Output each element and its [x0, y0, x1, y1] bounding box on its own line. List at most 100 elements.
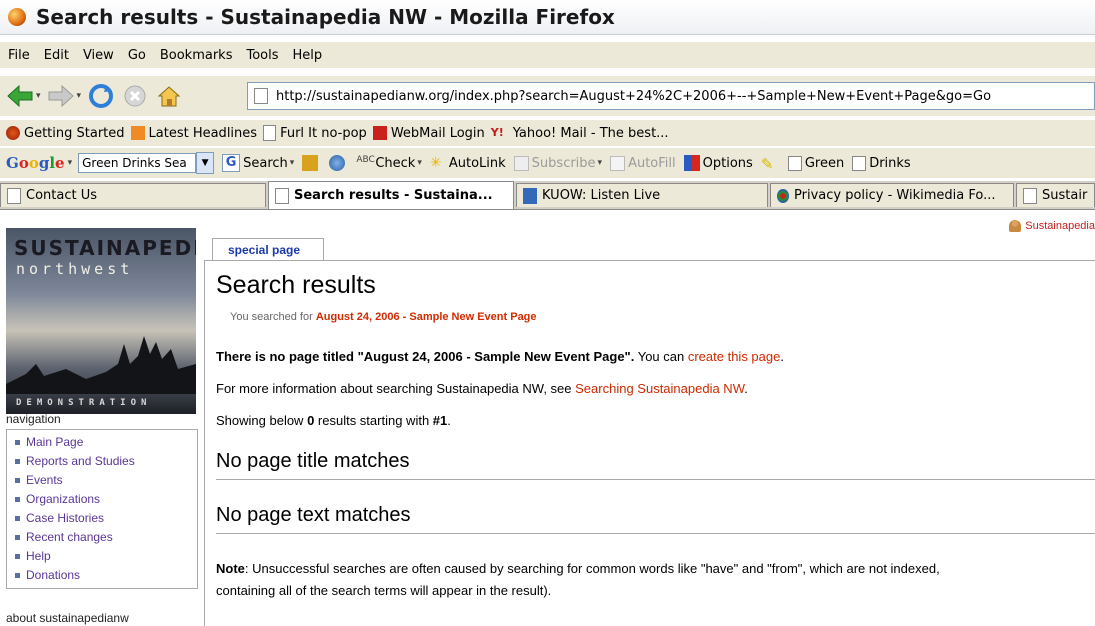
google-search-input[interactable]: Green Drinks Sea: [78, 153, 197, 173]
navigation-portlet: Main Page Reports and Studies Events Org…: [6, 429, 198, 589]
menu-bookmarks[interactable]: Bookmarks: [160, 48, 233, 63]
options-button[interactable]: Options: [683, 155, 753, 171]
nav-recent-changes[interactable]: Recent changes: [7, 527, 197, 546]
firefox-icon: [6, 126, 20, 140]
bookmark-webmail-login[interactable]: WebMail Login: [372, 126, 485, 141]
site-logo[interactable]: SUSTAINAPEDIA northwest DEMONSTRATION: [6, 228, 196, 414]
page-icon: [254, 88, 268, 104]
term-search-icon: [852, 155, 867, 171]
bookmark-latest-headlines[interactable]: Latest Headlines: [130, 126, 257, 141]
bookmark-yahoo-mail[interactable]: Y! Yahoo! Mail - The best...: [491, 126, 669, 141]
more-info-line: For more information about searching Sus…: [216, 381, 748, 396]
bookmark-furl-it[interactable]: Furl It no-pop: [263, 125, 367, 141]
tab-privacy-policy[interactable]: Privacy policy - Wikimedia Fo...: [770, 183, 1014, 207]
bookmarks-toolbar: Getting Started Latest Headlines Furl It…: [0, 120, 1095, 146]
no-page-message: There is no page titled "August 24, 2006…: [216, 349, 784, 364]
google-menu-dropdown-icon[interactable]: ▾: [68, 158, 73, 168]
term-green-button[interactable]: Green: [787, 155, 844, 171]
subscribe-button[interactable]: Subscribe ▾: [513, 155, 602, 171]
stop-button[interactable]: [121, 82, 149, 110]
back-dropdown-icon[interactable]: ▾: [36, 91, 41, 101]
menu-file[interactable]: File: [8, 48, 30, 63]
nav-reports-and-studies[interactable]: Reports and Studies: [7, 451, 197, 470]
pagerank-button[interactable]: [329, 155, 348, 171]
google-search-button[interactable]: G Search ▾: [222, 154, 294, 172]
stop-icon: [124, 85, 146, 107]
no-title-matches-heading: No page title matches: [216, 450, 410, 472]
page-icon: [7, 187, 21, 204]
nav-main-page[interactable]: Main Page: [7, 432, 197, 451]
spellcheck-icon: ABC: [356, 155, 375, 165]
forward-dropdown-icon[interactable]: ▾: [77, 91, 82, 101]
webmail-icon: [372, 126, 387, 140]
nav-donations[interactable]: Donations: [7, 565, 197, 584]
forest-silhouette-icon: [6, 336, 196, 394]
nav-case-histories[interactable]: Case Histories: [7, 508, 197, 527]
logo-title: SUSTAINAPEDIA: [14, 236, 196, 260]
divider: [216, 479, 1095, 480]
popup-icon: [302, 155, 319, 171]
autolink-button[interactable]: ✳ AutoLink: [430, 155, 506, 171]
forward-button[interactable]: [47, 82, 75, 110]
google-g-icon: G: [222, 154, 241, 172]
menu-view[interactable]: View: [83, 48, 114, 63]
search-query: August 24, 2006 - Sample New Event Page: [315, 311, 537, 323]
rss-icon: [130, 126, 145, 140]
tab-bar: Contact Us Search results - Sustaina... …: [0, 181, 1095, 210]
menu-help[interactable]: Help: [293, 48, 323, 63]
yahoo-icon: Y!: [490, 126, 504, 139]
spellcheck-button[interactable]: ABC Check ▾: [356, 155, 422, 171]
home-icon: [157, 86, 181, 107]
home-button[interactable]: [155, 82, 183, 110]
window-title-bar: Search results - Sustainapedia NW - Mozi…: [0, 0, 1095, 35]
page-title: Search results: [216, 271, 376, 299]
forward-arrow-icon: [48, 85, 74, 107]
user-link[interactable]: Sustainapedia: [1009, 220, 1095, 232]
reload-button[interactable]: [87, 82, 115, 110]
address-bar[interactable]: [247, 82, 1095, 110]
logo-tagline: DEMONSTRATION: [16, 398, 152, 408]
page-content: SUSTAINAPEDIA northwest DEMONSTRATION na…: [0, 210, 1095, 626]
pagerank-icon: [329, 155, 346, 171]
nav-organizations[interactable]: Organizations: [7, 489, 197, 508]
autolink-icon: ✳: [429, 155, 442, 171]
term-drinks-button[interactable]: Drinks: [852, 155, 911, 171]
navigation-toolbar: ▾ ▾: [0, 76, 1095, 116]
dropdown-icon: ▾: [289, 158, 295, 168]
create-page-link[interactable]: create this page: [688, 349, 781, 364]
nav-help[interactable]: Help: [7, 546, 197, 565]
tab-search-results[interactable]: Search results - Sustaina...: [268, 181, 514, 209]
no-text-matches-heading: No page text matches: [216, 504, 411, 526]
bookmark-getting-started[interactable]: Getting Started: [6, 126, 125, 141]
google-search-dropdown-icon[interactable]: ▼: [196, 152, 215, 174]
special-page-tab[interactable]: special page: [212, 238, 324, 260]
tab-kuow[interactable]: KUOW: Listen Live: [516, 183, 768, 207]
term-search-icon: [787, 155, 802, 171]
back-arrow-icon: [7, 85, 33, 107]
menu-tools[interactable]: Tools: [246, 48, 278, 63]
autofill-button[interactable]: AutoFill: [610, 155, 676, 171]
menu-edit[interactable]: Edit: [44, 48, 69, 63]
options-icon: [683, 155, 700, 171]
about-heading: about sustainapedianw: [6, 611, 129, 625]
divider: [216, 533, 1095, 534]
highlighter-button[interactable]: ✎: [761, 155, 780, 173]
menu-go[interactable]: Go: [128, 48, 146, 63]
tab-contact-us[interactable]: Contact Us: [0, 183, 266, 207]
searching-help-link[interactable]: Searching Sustainapedia NW: [575, 381, 744, 396]
google-logo[interactable]: Google: [6, 154, 65, 172]
reload-icon: [89, 84, 114, 108]
url-input[interactable]: [274, 87, 1078, 105]
popup-blocker-button[interactable]: [302, 155, 321, 171]
dropdown-icon: ▾: [417, 158, 422, 168]
nav-events[interactable]: Events: [7, 470, 197, 489]
autofill-icon: [610, 155, 626, 171]
kuow-icon: [523, 187, 537, 204]
google-toolbar: Google ▾ Green Drinks Sea ▼ G Search ▾ A…: [0, 148, 1095, 178]
main-content: Search results You searched for August 2…: [204, 260, 1095, 626]
tab-sustainapedia[interactable]: Sustair: [1016, 183, 1095, 207]
back-button[interactable]: [6, 82, 34, 110]
firefox-icon: [8, 8, 26, 26]
note-paragraph: Note: Unsuccessful searches are often ca…: [216, 561, 940, 576]
note-paragraph-continued: containing all of the search terms will …: [216, 583, 552, 598]
